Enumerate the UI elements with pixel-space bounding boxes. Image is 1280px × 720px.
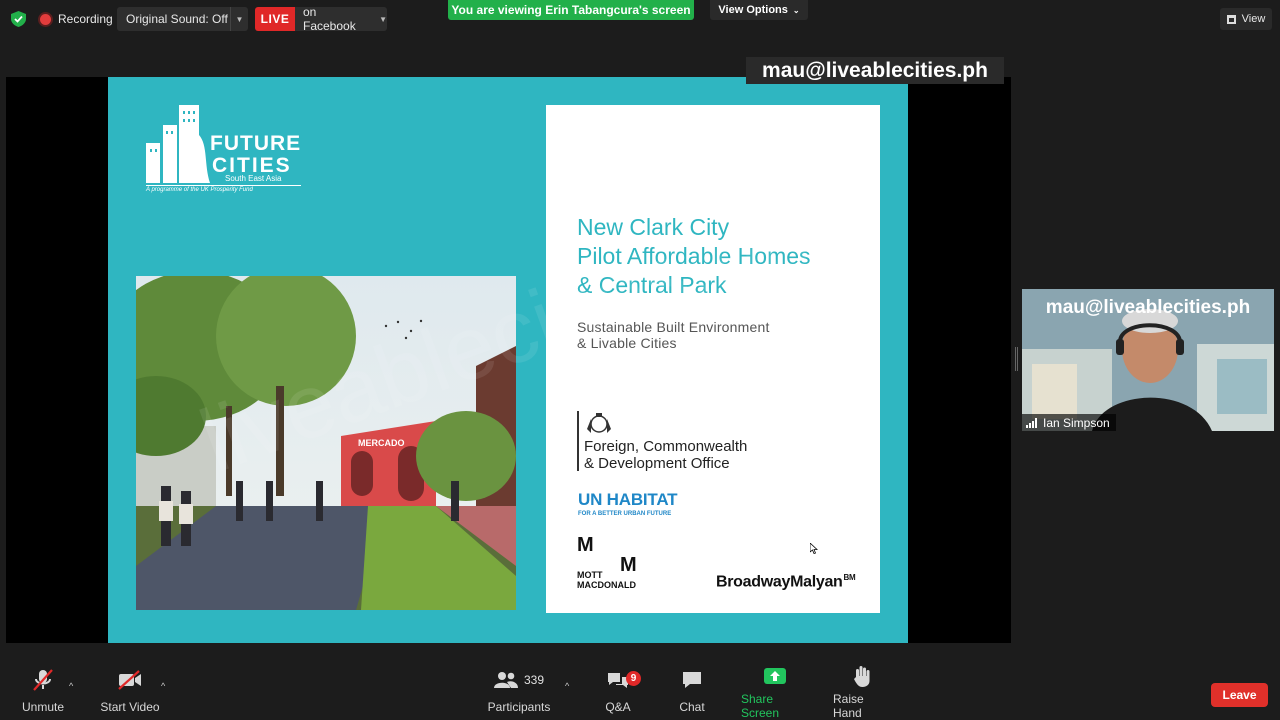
email-watermark: mau@liveablecities.ph [746,57,1004,84]
record-dot-icon [40,13,51,25]
royal-crest-icon [587,413,611,433]
recording-indicator[interactable]: Recording [40,9,113,29]
mouse-cursor-icon [810,543,818,554]
chevron-down-icon: ▼ [379,14,387,24]
share-screen-icon [764,665,786,687]
qa-count-badge: 9 [626,671,641,686]
chat-label: Chat [679,700,705,714]
mott-m-mark: M [577,534,594,556]
view-options-label: View Options [718,4,788,16]
logo-word-cities: CITIES [212,154,292,177]
logo-region: South East Asia [225,174,282,183]
zoom-meeting-window: Recording Original Sound: Off ▼ LIVE on … [0,0,1280,720]
fcdo-name: Foreign, Commonwealth & Development Offi… [584,438,748,472]
chevron-down-icon[interactable]: ▼ [230,7,248,31]
slide-title: New Clark City Pilot Affordable Homes & … [577,214,811,298]
live-stream-indicator[interactable]: LIVE on Facebook ▼ [255,7,387,31]
raise-hand-icon [852,665,872,687]
broadway-malyan-mark: BM [843,573,856,582]
participant-name-tag: Ian Simpson [1022,414,1116,431]
muted-microphone-icon [32,665,54,695]
slide-subtitle: Sustainable Built Environment & Livable … [577,319,770,351]
view-layout-button[interactable]: View [1220,8,1272,30]
qa-icon: 9 [606,665,641,695]
raise-hand-label: Raise Hand [833,692,864,720]
unmute-button[interactable]: Unmute [18,665,68,720]
live-badge: LIVE [255,7,295,31]
qa-button[interactable]: 9 Q&A [600,665,641,720]
mott-macdonald-logo: MOTT MACDONALD [577,570,636,590]
view-options-button[interactable]: View Options ⌄ [710,0,808,20]
start-video-button[interactable]: Start Video [100,665,160,720]
chevron-down-icon: ⌄ [792,5,800,15]
un-habitat-tagline: FOR A BETTER URBAN FUTURE [578,511,672,517]
un-habitat-logo: UN HABITAT [578,490,678,509]
presentation-slide: FUTURE CITIES South East Asia A programm… [108,77,908,643]
participants-label: Participants [487,700,551,714]
live-target-label: on Facebook [303,7,356,31]
meeting-toolbar: Unmute ^ Start Video ^ 339 Participants … [0,665,1280,720]
original-sound-dropdown[interactable]: Original Sound: Off ▼ [117,7,248,31]
leave-button[interactable]: Leave [1211,683,1268,707]
share-screen-label: Share Screen [741,692,780,720]
viewing-screen-banner: You are viewing Erin Tabangcura's screen [448,0,694,20]
audio-options-chevron-icon[interactable]: ^ [69,681,73,691]
fcdo-divider [577,411,579,471]
recording-label: Recording [58,12,113,26]
top-bar: Recording Original Sound: Off ▼ LIVE on … [0,0,1280,40]
participants-count: 339 [523,673,545,687]
logo-programme-text: A programme of the UK Prosperity Fund [146,187,253,193]
participant-name: Ian Simpson [1043,415,1110,430]
chat-bubble-icon [681,665,703,695]
original-sound-label: Original Sound: Off [126,12,228,26]
start-video-label: Start Video [100,700,160,714]
raise-hand-button[interactable]: Raise Hand [833,665,891,720]
participants-chevron-icon[interactable]: ^ [565,681,569,691]
signal-strength-icon [1026,417,1037,428]
video-email-watermark: mau@liveablecities.ph [1045,297,1251,318]
view-label: View [1241,13,1266,25]
qa-label: Q&A [605,700,631,714]
share-screen-button[interactable]: Share Screen [741,665,809,720]
live-target-dropdown[interactable]: on Facebook ▼ [295,7,387,31]
unmute-label: Unmute [21,700,65,714]
chat-button[interactable]: Chat [676,665,708,720]
park-rendering-illustration: MERCADO [136,276,516,610]
broadway-malyan-name: BroadwayMalyan [716,573,843,591]
participants-button[interactable]: 339 Participants [488,665,550,720]
security-shield-icon[interactable] [11,11,26,27]
mercado-sign: MERCADO [358,438,405,448]
video-off-icon [117,665,143,695]
logo-divider [146,185,301,186]
video-options-chevron-icon[interactable]: ^ [161,681,165,691]
broadway-malyan-logo: BroadwayMalyanBM [716,573,856,591]
logo-word-future: FUTURE [210,132,302,155]
participants-icon: 339 [493,665,545,695]
title-card: New Clark City Pilot Affordable Homes & … [546,105,880,613]
panel-resize-handle[interactable] [1015,347,1018,371]
view-grid-icon [1226,14,1236,24]
park-rendering-image: MERCADO [136,276,516,610]
